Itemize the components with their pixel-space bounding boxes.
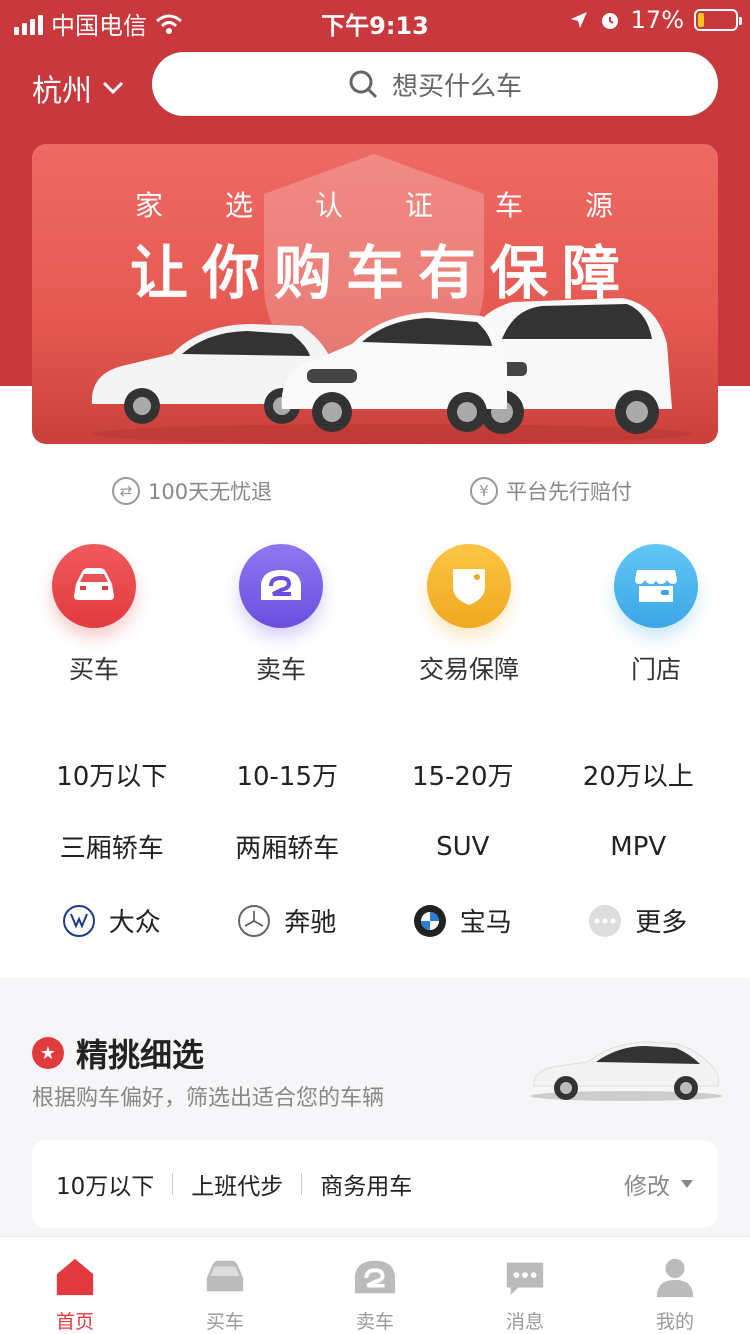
exchange-icon: ⇄ [112, 477, 140, 505]
search-placeholder: 想买什么车 [391, 71, 522, 102]
curated-description: 根据购车偏好，筛选出适合您的车辆 [32, 1086, 385, 1111]
tab-messages[interactable]: 消息 [450, 1237, 600, 1334]
tab-label: 首页 [55, 1311, 94, 1333]
guarantee-refund-label: 100天无忧退 [148, 480, 273, 504]
status-bar: 中国电信 下午9:13 17% [0, 0, 750, 40]
price-filter-row: 10万以下 10-15万 15-20万 20万以上 [24, 756, 726, 793]
sell-car-icon [239, 544, 323, 628]
banner-subtitle: 家选认证车源 [134, 189, 675, 222]
curated-title: ★ 精挑细选 [32, 1030, 204, 1076]
quick-sell-car[interactable]: 卖车 [206, 544, 356, 686]
car-icon [52, 544, 136, 628]
type-filter-item[interactable]: SUV [375, 828, 551, 865]
tab-profile[interactable]: 我的 [600, 1237, 750, 1334]
brand-filter-row: 大众 奔驰 宝马 更多 [24, 902, 726, 939]
tab-label: 我的 [655, 1311, 694, 1333]
brand-filter-label: 奔驰 [284, 908, 337, 938]
search-icon [349, 70, 378, 99]
store-icon [614, 544, 698, 628]
brand-filter-mercedes[interactable]: 奔驰 [200, 902, 376, 939]
brand-filter-bmw[interactable]: 宝马 [375, 902, 551, 939]
tab-home[interactable]: 首页 [0, 1237, 150, 1334]
star-icon: ★ [32, 1037, 64, 1069]
preference-tag: 上班代步 [191, 1174, 284, 1200]
bmw-logo-icon [413, 904, 446, 937]
modify-button[interactable]: 修改 [624, 1167, 694, 1201]
tab-label: 买车 [205, 1311, 244, 1333]
divider [301, 1173, 303, 1195]
quick-sell-car-label: 卖车 [255, 655, 306, 684]
battery-icon [694, 9, 742, 31]
type-filter-item[interactable]: MPV [551, 828, 727, 865]
city-label: 杭州 [32, 74, 92, 109]
sedan-image [530, 1041, 722, 1101]
search-bar[interactable]: 想买什么车 [152, 52, 718, 116]
chevron-down-icon [102, 81, 124, 95]
price-filter-item[interactable]: 10-15万 [200, 756, 376, 793]
home-icon [56, 1258, 94, 1296]
quick-trade-guarantee-label: 交易保障 [418, 655, 519, 684]
curated-section: ★ 精挑细选 根据购车偏好，筛选出适合您的车辆 10万以下 上班代步 商务用车 … [0, 978, 750, 1238]
divider [172, 1173, 174, 1195]
brand-filter-label: 宝马 [459, 908, 512, 938]
brand-filter-label: 大众 [108, 908, 161, 938]
quick-buy-car[interactable]: 买车 [19, 544, 169, 686]
promo-banner[interactable]: 家选认证车源 让你购车有保障 [32, 144, 718, 444]
preference-card[interactable]: 10万以下 上班代步 商务用车 修改 [32, 1140, 718, 1228]
user-icon [656, 1258, 694, 1298]
mercedes-logo-icon [238, 904, 271, 937]
location-arrow-icon [570, 12, 587, 28]
more-dots-icon [589, 904, 622, 937]
volkswagen-logo-icon [62, 904, 95, 937]
quick-store[interactable]: 门店 [581, 544, 731, 686]
quick-trade-guarantee[interactable]: 交易保障 [394, 544, 544, 686]
sell-car-icon [354, 1260, 396, 1294]
price-filter-item[interactable]: 10万以下 [24, 756, 200, 793]
brand-filter-volkswagen[interactable]: 大众 [24, 902, 200, 939]
shield-icon [427, 544, 511, 628]
type-filter-row: 三厢轿车 两厢轿车 SUV MPV [24, 828, 726, 865]
alarm-icon [601, 13, 618, 29]
tab-bar: 首页 买车 卖车 消息 我的 [0, 1236, 750, 1334]
tab-label: 消息 [505, 1311, 544, 1333]
caret-down-icon [681, 1180, 693, 1188]
guarantee-compensation-label: 平台先行赔付 [506, 480, 632, 504]
price-filter-item[interactable]: 20万以上 [551, 756, 727, 793]
banner-cars-image [91, 298, 692, 444]
price-filter-item[interactable]: 15-20万 [375, 756, 551, 793]
type-filter-item[interactable]: 两厢轿车 [200, 828, 376, 865]
battery-percent: 17% [630, 6, 684, 34]
brand-filter-label: 更多 [635, 908, 688, 938]
preference-tag: 商务用车 [320, 1174, 413, 1200]
tab-sell[interactable]: 卖车 [300, 1237, 450, 1334]
curated-title-text: 精挑细选 [76, 1036, 205, 1074]
message-icon [506, 1262, 544, 1296]
tab-buy[interactable]: 买车 [150, 1237, 300, 1334]
preference-tag: 10万以下 [56, 1174, 155, 1200]
car-icon [206, 1260, 244, 1292]
type-filter-item[interactable]: 三厢轿车 [24, 828, 200, 865]
quick-buy-car-label: 买车 [68, 655, 119, 684]
city-selector[interactable]: 杭州 [32, 66, 124, 110]
brand-filter-more[interactable]: 更多 [551, 902, 727, 939]
yen-icon: ¥ [470, 477, 498, 505]
guarantee-refund: ⇄ 100天无忧退 [112, 476, 272, 506]
tab-label: 卖车 [355, 1311, 394, 1333]
modify-label: 修改 [624, 1174, 670, 1200]
guarantee-compensation: ¥ 平台先行赔付 [470, 476, 632, 506]
quick-store-label: 门店 [630, 655, 681, 684]
